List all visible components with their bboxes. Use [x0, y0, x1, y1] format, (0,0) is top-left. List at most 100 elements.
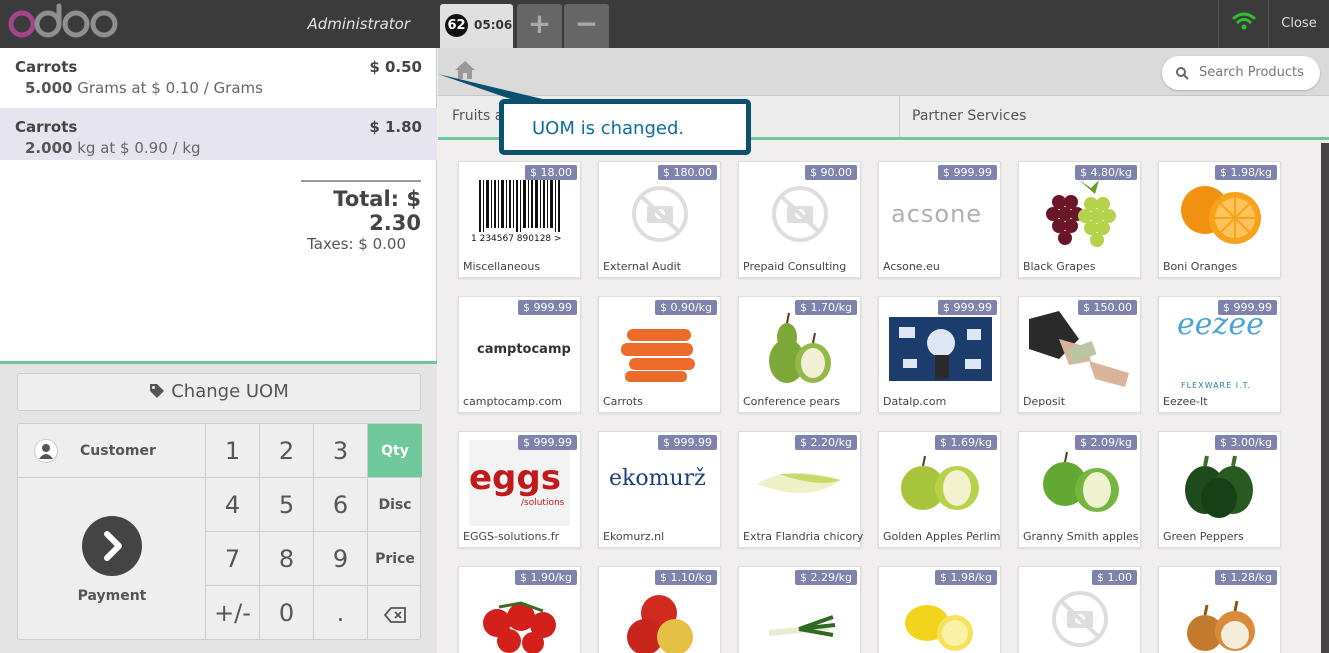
peppers-image [1185, 455, 1253, 518]
backspace-button[interactable] [368, 586, 422, 640]
eggs-logo-text: eggs [469, 458, 561, 498]
key-6[interactable]: 6 [314, 478, 368, 532]
mode-price-button[interactable]: Price [368, 532, 422, 586]
product-card[interactable]: $ 1.28/kg [1158, 566, 1281, 653]
customer-button[interactable]: Customer [18, 424, 206, 478]
product-card[interactable]: $ 1.90/kg [458, 566, 581, 653]
change-uom-button[interactable]: Change UOM [17, 373, 421, 411]
product-name: Carrots [603, 395, 643, 408]
payment-button[interactable]: Payment [18, 478, 206, 640]
product-card[interactable]: eezee FLEXWARE I.T. $ 999.99 Eezee-It [1158, 296, 1281, 413]
apples-image [627, 595, 693, 653]
key-3[interactable]: 3 [314, 424, 368, 478]
product-price: $ 999.99 [938, 165, 997, 180]
tag-icon [150, 384, 165, 398]
key-8[interactable]: 8 [260, 532, 314, 586]
eggs-logo-sub: /solutions [521, 498, 565, 508]
chevron-right-icon [82, 516, 142, 576]
key-9[interactable]: 9 [314, 532, 368, 586]
product-name: camptocamp.com [463, 395, 563, 408]
backspace-icon [383, 607, 406, 623]
datalp-image [889, 317, 992, 381]
order-line-unit: Grams at $ 0.10 / Grams [77, 79, 263, 97]
username[interactable]: Administrator [300, 15, 410, 33]
grapes-image [1046, 180, 1116, 247]
key-4[interactable]: 4 [206, 478, 260, 532]
wifi-icon[interactable] [1218, 0, 1268, 48]
product-card[interactable]: $ 1.98/kg Boni Oranges [1158, 161, 1281, 278]
product-card[interactable]: $ 2.09/kg Granny Smith apples [1018, 431, 1141, 548]
product-card[interactable]: $ 180.00 External Audit [598, 161, 721, 278]
search-box[interactable]: Search Products [1162, 56, 1320, 90]
key-plus-minus[interactable]: +/- [206, 586, 260, 640]
key-7[interactable]: 7 [206, 532, 260, 586]
product-card[interactable]: $ 4.80/kg Black Grapes [1018, 161, 1141, 278]
key-2[interactable]: 2 [260, 424, 314, 478]
delete-order-button[interactable]: − [564, 4, 609, 48]
oranges-image [1181, 186, 1261, 244]
no-image-icon [772, 186, 828, 242]
order-line-info: 2.000 kg at $ 0.90 / kg [25, 139, 201, 157]
product-card[interactable]: camptocamp $ 999.99 camptocamp.com [458, 296, 581, 413]
product-card[interactable]: eggs /solutions $ 999.99 EGGS-solutions.… [458, 431, 581, 548]
product-price: $ 2.09/kg [1074, 435, 1137, 450]
product-card[interactable]: $ 999.99 Datalp.com [878, 296, 1001, 413]
top-bar: Administrator 62 05:06 + − Close [0, 0, 1329, 48]
product-price: $ 150.00 [1078, 300, 1137, 315]
order-line-info: 5.000 Grams at $ 0.10 / Grams [25, 79, 263, 97]
order-line[interactable]: Carrots $ 0.50 5.000 Grams at $ 0.10 / G… [0, 48, 437, 100]
product-card[interactable]: $ 150.00 Deposit [1018, 296, 1141, 413]
product-card[interactable]: $ 3.00/kg Green Peppers [1158, 431, 1281, 548]
product-name: Black Grapes [1023, 260, 1096, 273]
product-name: Extra Flandria chicory [743, 530, 864, 543]
apples-image [901, 455, 979, 510]
product-card[interactable]: $ 2.29/kg [738, 566, 861, 653]
product-card[interactable]: $ 1.98/kg [878, 566, 1001, 653]
product-card[interactable]: $ 1.00 [1018, 566, 1141, 653]
product-card[interactable]: $ 90.00 Prepaid Consulting [738, 161, 861, 278]
key-0[interactable]: 0 [260, 586, 314, 640]
product-grid-scrollbar[interactable] [1321, 143, 1329, 653]
order-line-qty: 5.000 [25, 79, 73, 97]
product-price: $ 1.10/kg [654, 570, 717, 585]
search-input[interactable]: Search Products [1199, 65, 1304, 80]
key-5[interactable]: 5 [260, 478, 314, 532]
product-price: $ 999.99 [658, 435, 717, 450]
product-card[interactable]: $ 1.69/kg Golden Apples Perlim [878, 431, 1001, 548]
product-card[interactable]: ekomurž $ 999.99 Ekomurz.nl [598, 431, 721, 548]
product-price: $ 999.99 [518, 300, 577, 315]
search-icon [1176, 67, 1189, 80]
product-card[interactable]: $ 0.90/kg Carrots [598, 296, 721, 413]
product-name: Miscellaneous [463, 260, 541, 273]
product-card[interactable]: $ 2.20/kg Extra Flandria chicory [738, 431, 864, 548]
order-line-selected[interactable]: Carrots $ 1.80 2.000 kg at $ 0.90 / kg [0, 108, 437, 160]
carrots-image [621, 329, 695, 382]
product-card[interactable]: $ 1.10/kg [598, 566, 721, 653]
category-partner-services[interactable]: Partner Services [900, 96, 1329, 137]
no-image-icon [632, 186, 688, 242]
chicory-image [757, 472, 841, 494]
mode-qty-button[interactable]: Qty [368, 424, 422, 478]
product-card[interactable]: 1 234567 890128 > $ 18.00 Miscellaneous [458, 161, 581, 278]
product-name: Conference pears [743, 395, 841, 408]
product-name: Prepaid Consulting [743, 260, 847, 273]
order-number: 62 [445, 14, 468, 37]
product-price: $ 1.69/kg [934, 435, 997, 450]
product-price: $ 4.80/kg [1074, 165, 1137, 180]
product-price: $ 180.00 [658, 165, 717, 180]
product-price: $ 2.29/kg [794, 570, 857, 585]
callout-text: UOM is changed. [532, 118, 685, 139]
close-button[interactable]: Close [1268, 0, 1329, 48]
key-decimal[interactable]: . [314, 586, 368, 640]
ekomurz-logo: ekomurž [609, 466, 706, 491]
product-name: Deposit [1023, 395, 1066, 408]
product-price: $ 18.00 [525, 165, 577, 180]
product-card[interactable]: $ 1.70/kg Conference pears [738, 296, 861, 413]
key-1[interactable]: 1 [206, 424, 260, 478]
product-card[interactable]: acsone $ 999.99 Acsone.eu [878, 161, 1001, 278]
barcode-number: 1 234567 890128 > [471, 234, 562, 244]
mode-disc-button[interactable]: Disc [368, 478, 422, 532]
order-line-price: $ 0.50 [369, 58, 422, 76]
order-tab[interactable]: 62 05:06 [440, 4, 513, 48]
add-order-button[interactable]: + [517, 4, 562, 48]
